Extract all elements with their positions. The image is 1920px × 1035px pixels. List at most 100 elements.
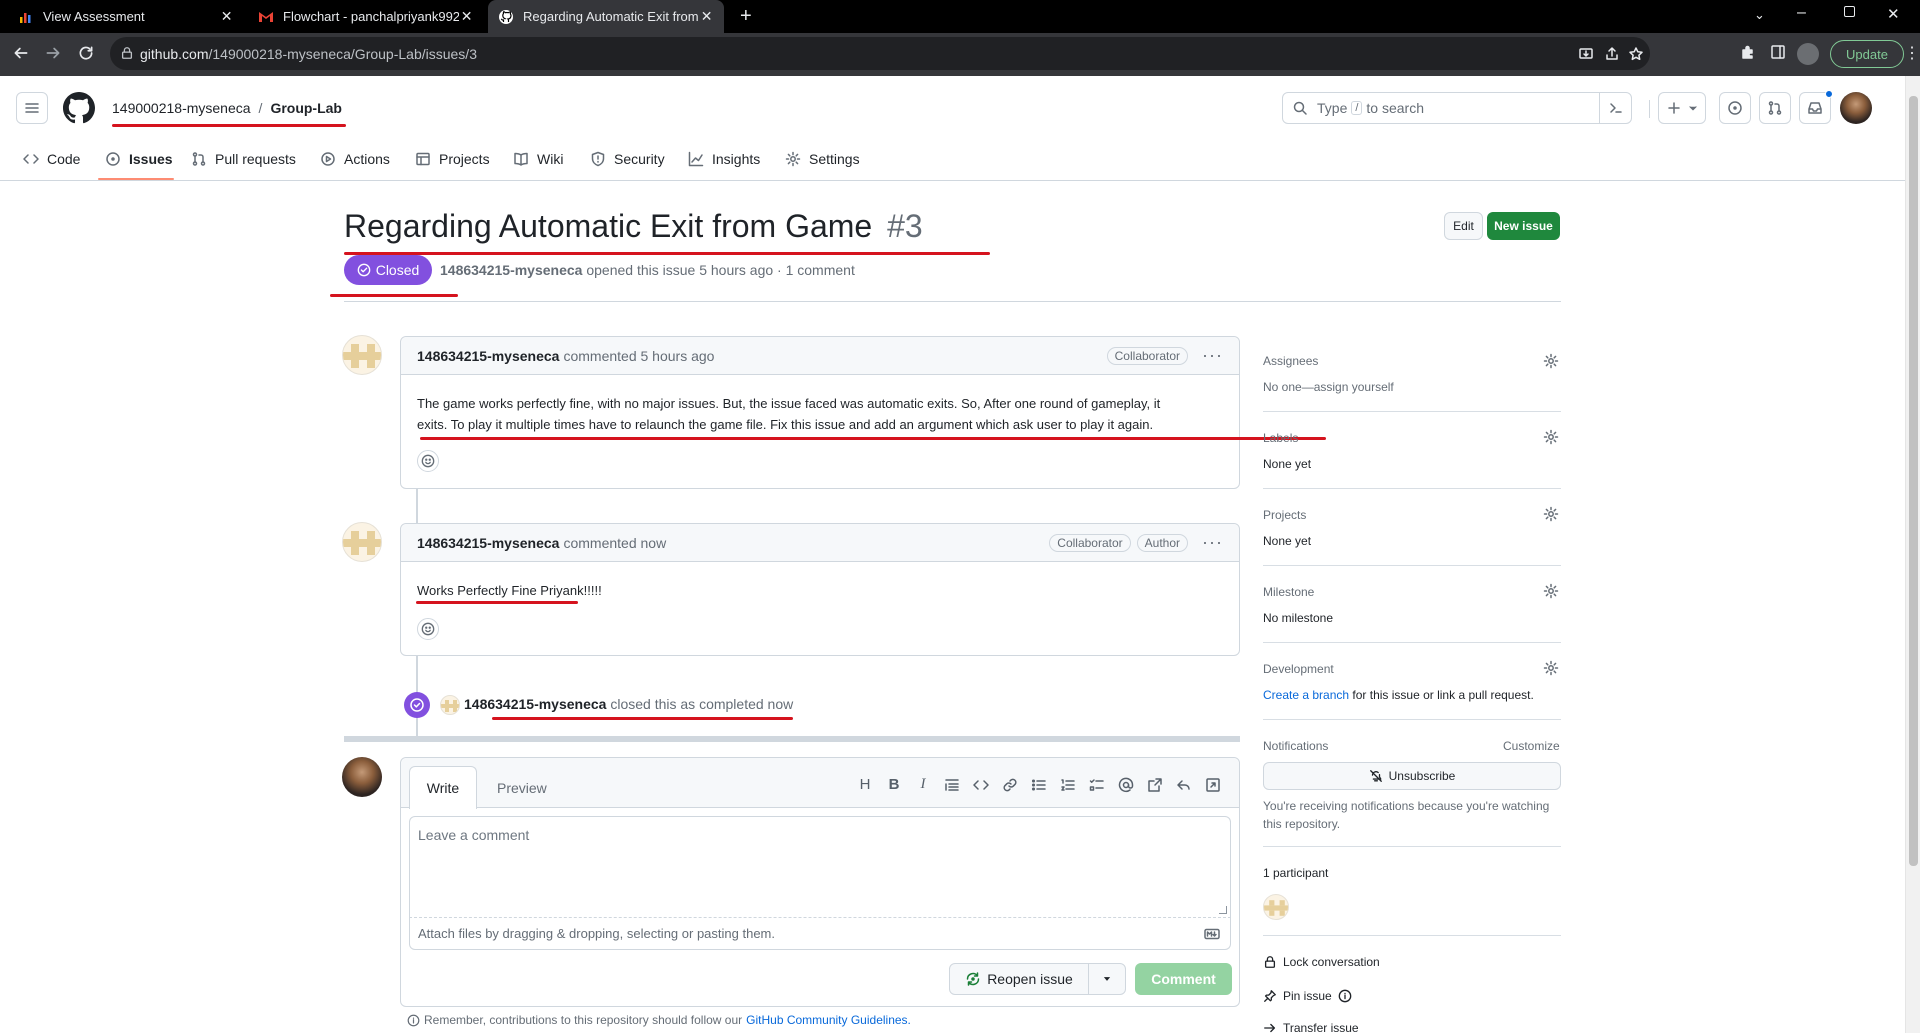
add-reaction-button[interactable] xyxy=(417,618,439,640)
actor-avatar[interactable] xyxy=(440,695,460,715)
pull-requests-button[interactable] xyxy=(1759,92,1791,124)
gear-icon[interactable] xyxy=(1543,429,1559,445)
write-tab[interactable]: Write xyxy=(409,766,477,809)
command-palette-button[interactable] xyxy=(1599,93,1631,123)
bold-icon[interactable]: B xyxy=(886,776,902,793)
pin-issue-button[interactable]: Pin issue xyxy=(1263,989,1352,1003)
identicon-avatar[interactable] xyxy=(342,335,382,375)
tab-actions[interactable]: Actions xyxy=(320,149,390,169)
scrollbar-thumb[interactable] xyxy=(1909,96,1918,866)
tab-code[interactable]: Code xyxy=(23,149,80,169)
notifications-reason-line: this repository. xyxy=(1263,817,1341,831)
tab-pull-requests[interactable]: Pull requests xyxy=(191,149,296,169)
preview-tab[interactable]: Preview xyxy=(497,780,547,796)
back-icon[interactable] xyxy=(12,44,30,62)
update-button[interactable]: Update xyxy=(1830,40,1904,68)
comment-textarea[interactable]: Leave a comment xyxy=(409,816,1231,918)
close-window-icon[interactable]: ✕ xyxy=(1887,5,1900,23)
gear-icon[interactable] xyxy=(1543,583,1559,599)
edit-button[interactable]: Edit xyxy=(1444,212,1483,240)
fullscreen-icon[interactable] xyxy=(1205,777,1221,793)
assignees-heading[interactable]: Assignees xyxy=(1263,354,1318,368)
cross-reference-icon[interactable] xyxy=(1147,777,1163,793)
reopen-issue-button[interactable]: Reopen issue xyxy=(949,963,1089,995)
github-logo-icon[interactable] xyxy=(63,92,95,124)
customize-link[interactable]: Customize xyxy=(1503,739,1560,753)
reopen-options-dropdown[interactable] xyxy=(1088,963,1126,995)
browser-tab-active[interactable]: Regarding Automatic Exit from G ✕ xyxy=(488,0,724,33)
lock-conversation-button[interactable]: Lock conversation xyxy=(1263,955,1380,969)
profile-avatar[interactable] xyxy=(1797,43,1819,65)
info-icon[interactable] xyxy=(1338,989,1352,1003)
search-input[interactable]: Type / to search xyxy=(1282,92,1632,124)
identicon-avatar[interactable] xyxy=(342,522,382,562)
tab-settings[interactable]: Settings xyxy=(785,149,860,169)
restore-icon[interactable] xyxy=(1844,6,1855,17)
gear-icon[interactable] xyxy=(1543,353,1559,369)
side-panel-icon[interactable] xyxy=(1770,44,1786,60)
unsubscribe-button[interactable]: Unsubscribe xyxy=(1263,762,1561,790)
reload-icon[interactable] xyxy=(77,44,95,62)
minimize-icon[interactable]: – xyxy=(1797,4,1806,22)
user-avatar[interactable] xyxy=(1840,92,1872,124)
participant-avatar[interactable] xyxy=(1263,894,1289,920)
heading-icon[interactable]: H xyxy=(857,776,873,793)
projects-heading[interactable]: Projects xyxy=(1263,508,1306,522)
mention-icon[interactable] xyxy=(1118,777,1134,793)
resize-handle[interactable] xyxy=(1219,906,1227,914)
close-tab-icon[interactable]: ✕ xyxy=(219,8,234,25)
hamburger-menu-button[interactable] xyxy=(16,92,48,124)
kebab-menu-icon[interactable]: ··· xyxy=(1202,345,1223,366)
reply-icon[interactable] xyxy=(1176,777,1192,793)
tab-wiki[interactable]: Wiki xyxy=(513,149,563,169)
gear-icon[interactable] xyxy=(1543,506,1559,522)
menu-kebab-icon[interactable]: ⋮ xyxy=(1904,43,1920,63)
event-actor-link[interactable]: 148634215-myseneca xyxy=(464,696,606,712)
ordered-list-icon[interactable] xyxy=(1060,777,1076,793)
repo-owner-link[interactable]: 149000218-myseneca xyxy=(112,100,251,116)
guidelines-link[interactable]: GitHub Community Guidelines. xyxy=(746,1013,911,1027)
task-list-icon[interactable] xyxy=(1089,777,1105,793)
share-icon[interactable] xyxy=(1604,46,1620,62)
current-user-avatar[interactable] xyxy=(342,757,382,797)
extensions-puzzle-icon[interactable] xyxy=(1740,44,1756,60)
close-tab-icon[interactable]: ✕ xyxy=(459,8,474,25)
browser-tab[interactable]: Flowchart - panchalpriyank992@ ✕ xyxy=(248,0,484,33)
labels-heading[interactable]: Labels xyxy=(1263,431,1298,445)
page-scrollbar[interactable] xyxy=(1905,76,1920,1033)
install-app-icon[interactable] xyxy=(1578,46,1594,62)
tab-projects[interactable]: Projects xyxy=(415,149,490,169)
forward-icon[interactable] xyxy=(44,44,62,62)
code-icon[interactable] xyxy=(973,777,989,793)
tab-issues[interactable]: Issues xyxy=(105,149,173,169)
kebab-menu-icon[interactable]: ··· xyxy=(1202,532,1223,553)
create-branch-link[interactable]: Create a branch xyxy=(1263,688,1349,702)
tab-security[interactable]: Security xyxy=(590,149,665,169)
gear-icon[interactable] xyxy=(1543,660,1559,676)
comment-author-link[interactable]: 148634215-myseneca xyxy=(417,535,559,551)
new-tab-icon[interactable]: + xyxy=(740,5,752,28)
issues-button[interactable] xyxy=(1719,92,1751,124)
comment-submit-button[interactable]: Comment xyxy=(1135,963,1232,995)
comment-author-link[interactable]: 148634215-myseneca xyxy=(417,348,559,364)
attach-files-bar[interactable]: Attach files by dragging & dropping, sel… xyxy=(409,918,1231,950)
tab-insights[interactable]: Insights xyxy=(688,149,760,169)
create-new-button[interactable] xyxy=(1658,92,1706,124)
issue-author-link[interactable]: 148634215-myseneca xyxy=(440,262,582,278)
quote-icon[interactable] xyxy=(944,777,960,793)
close-tab-icon[interactable]: ✕ xyxy=(699,8,714,25)
new-issue-button[interactable]: New issue xyxy=(1487,212,1560,240)
assign-yourself-link[interactable]: assign yourself xyxy=(1314,380,1394,394)
development-heading[interactable]: Development xyxy=(1263,662,1334,676)
unordered-list-icon[interactable] xyxy=(1031,777,1047,793)
link-icon[interactable] xyxy=(1002,777,1018,793)
inbox-button[interactable] xyxy=(1799,90,1833,124)
add-reaction-button[interactable] xyxy=(417,450,439,472)
tab-search-icon[interactable]: ⌄ xyxy=(1754,7,1765,23)
repo-name-link[interactable]: Group-Lab xyxy=(270,100,342,116)
milestone-heading[interactable]: Milestone xyxy=(1263,585,1314,599)
italic-icon[interactable]: I xyxy=(915,776,931,793)
browser-tab[interactable]: View Assessment ✕ xyxy=(8,0,244,33)
address-bar[interactable]: github.com/149000218-myseneca/Group-Lab/… xyxy=(110,37,1650,70)
bookmark-star-icon[interactable] xyxy=(1628,46,1644,62)
